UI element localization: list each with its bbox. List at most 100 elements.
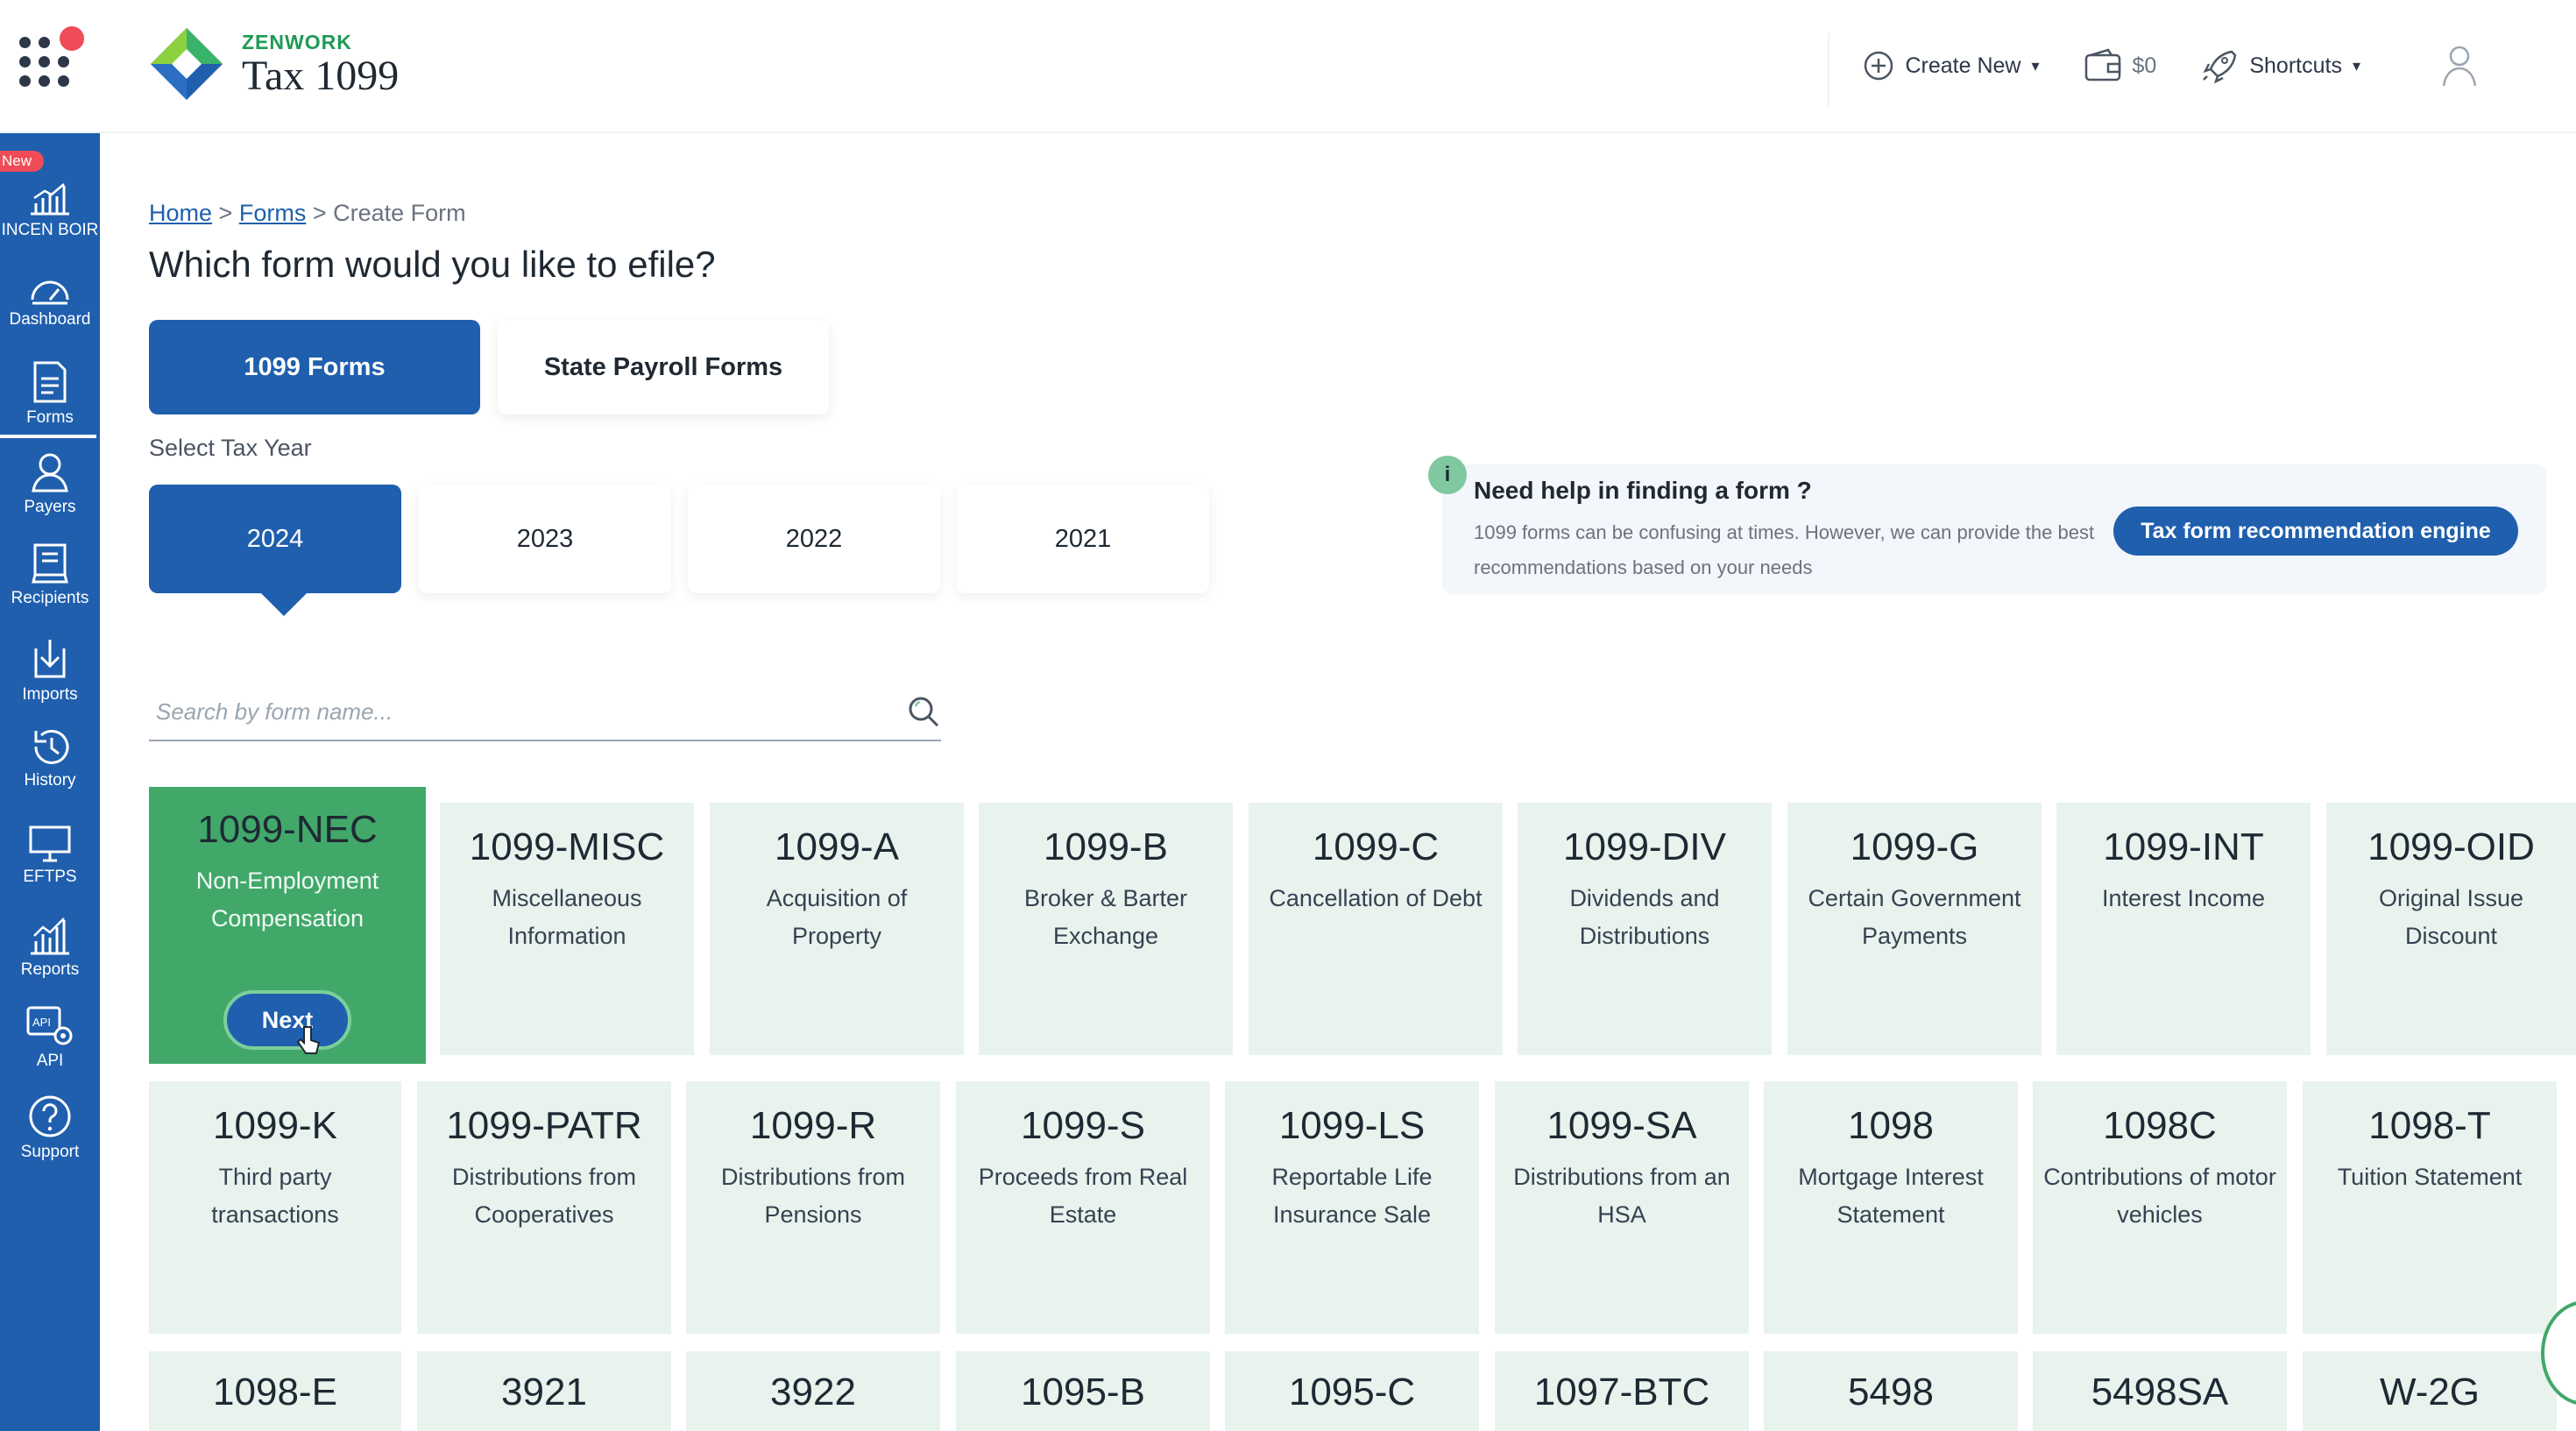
form-card-1099-div[interactable]: 1099-DIV Dividends and Distributions [1518, 803, 1772, 1055]
sidebar-item-api[interactable]: API API [0, 1002, 100, 1071]
form-description: Tuition Statement [2337, 1164, 2523, 1190]
form-card-1099-s[interactable]: 1099-S Proceeds from Real Estate [956, 1081, 1210, 1334]
sidebar-item-label: EFTPS [23, 868, 77, 886]
shortcuts-button[interactable]: Shortcuts ▾ [2200, 48, 2360, 83]
search-icon[interactable] [906, 694, 941, 729]
form-card-5498[interactable]: 5498 [1764, 1351, 2018, 1431]
form-code: 1095-C [1288, 1371, 1416, 1413]
cart-button[interactable]: $0 [2084, 48, 2156, 83]
form-description: Interest Income [2101, 885, 2266, 911]
tab-1099-forms[interactable]: 1099 Forms [149, 320, 480, 414]
form-card-1099-nec[interactable]: 1099-NEC Non-Employment Compensation Nex… [149, 787, 426, 1064]
form-card-1099-b[interactable]: 1099-B Broker & Barter Exchange [979, 803, 1233, 1055]
form-code: 1099-OID [2367, 825, 2535, 868]
app-grid-icon[interactable] [16, 26, 84, 93]
form-card-1099-g[interactable]: 1099-G Certain Government Payments [1787, 803, 2042, 1055]
reports-icon [31, 917, 69, 955]
create-new-button[interactable]: Create New ▾ [1863, 50, 2040, 81]
sidebar-item-imports[interactable]: Imports [0, 636, 100, 705]
form-card-1095-b[interactable]: 1095-B [956, 1351, 1210, 1431]
sidebar-item-history[interactable]: History [0, 726, 100, 790]
form-card-1099-ls[interactable]: 1099-LS Reportable Life Insurance Sale [1225, 1081, 1479, 1334]
form-card-5498sa[interactable]: 5498SA [2033, 1351, 2287, 1431]
form-code: 1097-BTC [1533, 1371, 1710, 1413]
monitor-icon [29, 825, 71, 862]
sidebar-item-recipients[interactable]: Recipients [0, 540, 100, 608]
year-2021-button[interactable]: 2021 [957, 485, 1209, 593]
breadcrumb: Home > Forms > Create Form [149, 200, 466, 227]
form-card-1098c[interactable]: 1098C Contributions of motor vehicles [2033, 1081, 2287, 1334]
tax-form-recommendation-button[interactable]: Tax form recommendation engine [2113, 507, 2518, 556]
form-code: 1099-B [1044, 825, 1168, 868]
form-code: 1098C [2103, 1104, 2217, 1147]
form-code: 1099-C [1312, 825, 1440, 868]
form-card-1095-c[interactable]: 1095-C [1225, 1351, 1479, 1431]
sidebar-item-support[interactable]: Support [0, 1094, 100, 1162]
form-card-1099-oid[interactable]: 1099-OID Original Issue Discount [2326, 803, 2576, 1055]
form-card-1098-e[interactable]: 1098-E [149, 1351, 401, 1431]
form-card-1099-misc[interactable]: 1099-MISC Miscellaneous Information [440, 803, 694, 1055]
wallet-icon [2084, 48, 2120, 81]
form-description: Third party transactions [211, 1164, 339, 1228]
form-card-1098-t[interactable]: 1098-T Tuition Statement [2303, 1081, 2557, 1334]
form-code: 1099-MISC [469, 825, 665, 868]
year-2023-button[interactable]: 2023 [419, 485, 671, 593]
sidebar-item-label: Reports [20, 960, 80, 979]
form-card-1099-r[interactable]: 1099-R Distributions from Pensions [686, 1081, 940, 1334]
download-icon [34, 640, 66, 678]
form-card-3922[interactable]: 3922 [686, 1351, 940, 1431]
sidebar-item-label: Recipients [11, 589, 89, 607]
form-description: Cancellation of Debt [1269, 885, 1483, 911]
form-card-1097-btc[interactable]: 1097-BTC [1495, 1351, 1749, 1431]
form-description: Distributions from Cooperatives [451, 1164, 637, 1228]
help-title: Need help in finding a form ? [1474, 477, 1812, 504]
breadcrumb-home-link[interactable]: Home [149, 200, 212, 226]
form-card-w-2g[interactable]: W-2G [2303, 1351, 2557, 1431]
form-code: 1098 [1848, 1104, 1934, 1147]
sidebar-item-dashboard[interactable]: Dashboard [0, 270, 100, 329]
sidebar-item-reports[interactable]: Reports [0, 911, 100, 980]
sidebar-item-payers[interactable]: Payers [0, 450, 100, 517]
new-badge: New [0, 151, 45, 172]
logo[interactable]: ZENWORK Tax 1099 [149, 26, 399, 102]
form-card-1099-sa[interactable]: 1099-SA Distributions from an HSA [1495, 1081, 1749, 1334]
sidebar-item-incen-boir[interactable]: INCEN BOIR [0, 179, 100, 240]
sidebar: New INCEN BOIR Dashboard Forms Payers Re… [0, 133, 100, 1431]
logo-product: Tax 1099 [242, 52, 400, 99]
history-icon [34, 729, 69, 764]
form-card-1099-patr[interactable]: 1099-PATR Distributions from Cooperative… [417, 1081, 671, 1334]
form-card-3921[interactable]: 3921 [417, 1351, 671, 1431]
next-button[interactable]: Next [223, 990, 351, 1054]
form-description: Proceeds from Real Estate [978, 1164, 1188, 1228]
form-card-1098[interactable]: 1098 Mortgage Interest Statement [1764, 1081, 2018, 1334]
recipient-icon [32, 543, 68, 584]
create-new-label: Create New [1905, 53, 2021, 78]
form-card-1099-c[interactable]: 1099-C Cancellation of Debt [1249, 803, 1503, 1055]
user-icon [32, 453, 68, 492]
tab-state-payroll-forms[interactable]: State Payroll Forms [498, 320, 829, 414]
gauge-icon [31, 280, 69, 305]
form-card-1099-a[interactable]: 1099-A Acquisition of Property [710, 803, 964, 1055]
form-code: 1099-R [749, 1104, 877, 1147]
year-2024-button[interactable]: 2024 [149, 485, 401, 616]
form-description: Non-Employment Compensation [195, 868, 379, 932]
breadcrumb-forms-link[interactable]: Forms [239, 200, 307, 226]
year-2022-button[interactable]: 2022 [688, 485, 940, 593]
user-avatar[interactable] [2439, 44, 2480, 88]
caret-down-icon: ▾ [2031, 56, 2040, 74]
form-card-1099-int[interactable]: 1099-INT Interest Income [2056, 803, 2311, 1055]
form-code: 1099-NEC [197, 808, 378, 851]
form-card-1099-k[interactable]: 1099-K Third party transactions [149, 1081, 401, 1334]
sidebar-item-label: INCEN BOIR [1, 221, 99, 239]
sidebar-item-label: Payers [24, 498, 76, 516]
sidebar-item-label: Dashboard [9, 310, 91, 329]
form-code: 1099-A [775, 825, 899, 868]
sidebar-item-eftps[interactable]: EFTPS [0, 822, 100, 887]
api-icon: API [26, 1006, 73, 1045]
form-code: 1099-PATR [446, 1104, 642, 1147]
sidebar-item-forms[interactable]: Forms [0, 359, 100, 438]
search-input[interactable] [156, 692, 874, 731]
form-description: Acquisition of Property [766, 885, 908, 949]
shortcuts-label: Shortcuts [2249, 53, 2342, 78]
breadcrumb-separator: > [312, 200, 334, 226]
